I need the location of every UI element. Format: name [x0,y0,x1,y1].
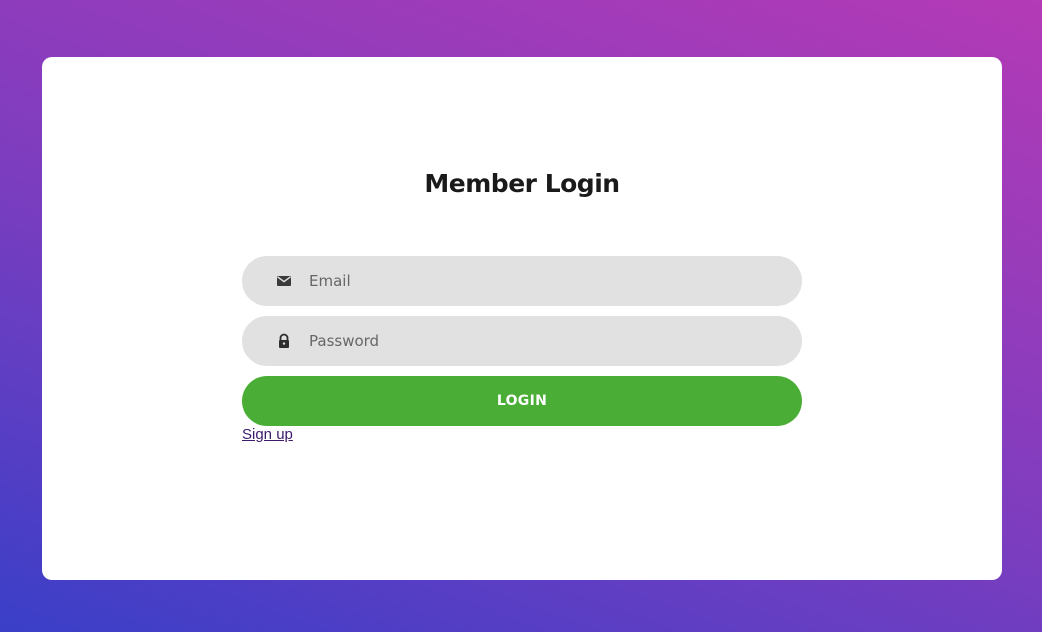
page-title: Member Login [424,169,620,198]
login-card: Member Login LOGIN Sign up [42,57,1002,580]
email-field-container [242,256,802,306]
password-field-container [242,316,802,366]
signup-link[interactable]: Sign up [242,426,293,443]
login-button[interactable]: LOGIN [242,376,802,426]
email-input[interactable] [309,256,779,306]
password-input[interactable] [309,316,779,366]
lock-icon [276,333,292,349]
envelope-icon [276,273,292,289]
